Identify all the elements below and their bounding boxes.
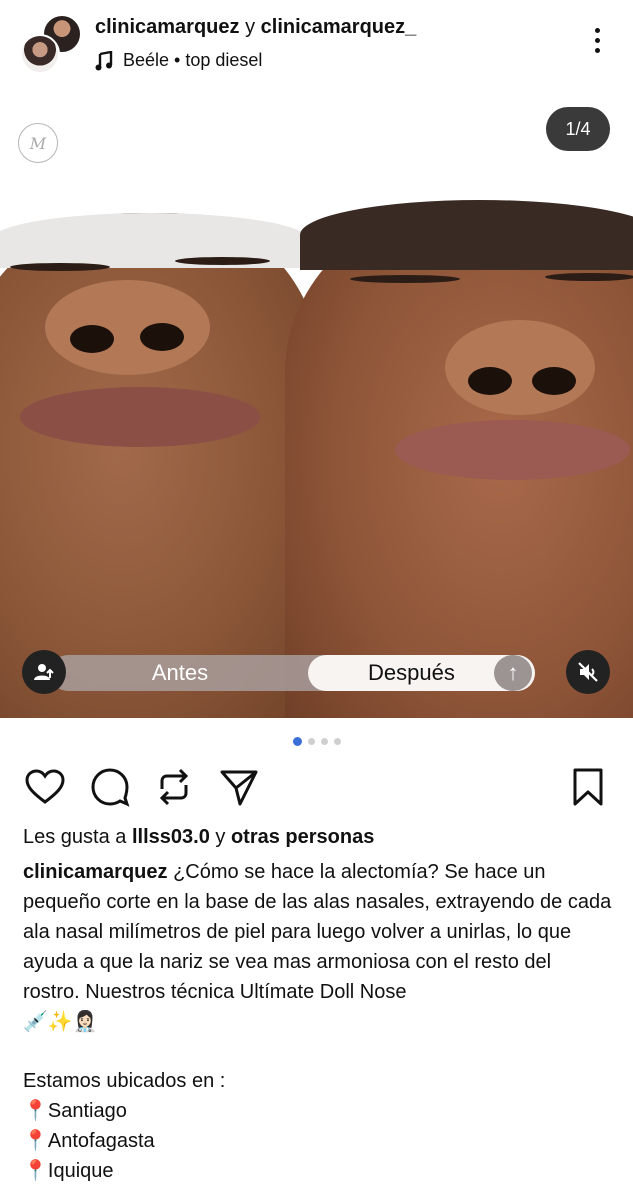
music-note-icon	[95, 50, 113, 70]
user-tag-icon[interactable]	[22, 650, 66, 694]
account-name-secondary[interactable]: clinicamarquez_	[261, 16, 417, 38]
mute-icon[interactable]	[566, 650, 610, 694]
location-item: 📍Santiago	[23, 1100, 127, 1122]
comment-icon[interactable]	[88, 765, 132, 809]
more-vertical-icon[interactable]	[587, 28, 607, 58]
music-artist: Beéle	[123, 50, 170, 70]
likes-user[interactable]: lllss03.0	[132, 826, 210, 848]
post-header: clinicamarquez y clinicamarquez_ Beéle •…	[0, 0, 633, 90]
repost-icon[interactable]	[152, 765, 196, 809]
music-separator: •	[169, 50, 186, 70]
carousel-dot-active	[292, 737, 302, 746]
avatar[interactable]	[20, 34, 60, 74]
caption-emojis: 💉✨👩🏻‍⚕️	[23, 1011, 98, 1033]
pin-icon: 📍	[23, 1130, 48, 1152]
slider-after-label: Después	[368, 660, 455, 685]
arrow-up-icon[interactable]: ↑	[494, 655, 532, 691]
account-name-primary[interactable]: clinicamarquez	[95, 16, 240, 38]
music-track: top diesel	[185, 50, 263, 70]
carousel-indicator	[0, 737, 633, 748]
caption-author[interactable]: clinicamarquez	[23, 861, 168, 883]
collab-avatars[interactable]	[20, 14, 84, 74]
heart-icon[interactable]	[23, 765, 67, 809]
likes-summary[interactable]: Les gusta a lllss03.0 y otras personas	[23, 826, 374, 849]
location-item: 📍Iquique	[23, 1160, 114, 1182]
post-media[interactable]: M 1/4 Antes Después ↑	[0, 95, 633, 718]
likes-others[interactable]: otras personas	[231, 826, 374, 848]
share-icon[interactable]	[217, 765, 261, 809]
likes-prefix: Les gusta a	[23, 826, 132, 848]
carousel-counter: 1/4	[546, 107, 610, 151]
before-after-slider[interactable]: Antes Después ↑	[50, 655, 535, 691]
bookmark-icon[interactable]	[566, 765, 610, 809]
post-caption: clinicamarquez ¿Cómo se hace la alectomí…	[23, 857, 613, 1037]
location-item: 📍Antofagasta	[23, 1130, 155, 1152]
action-bar	[0, 765, 633, 810]
slider-before-label[interactable]: Antes	[50, 655, 310, 691]
music-attribution[interactable]: Beéle • top diesel	[95, 50, 262, 71]
locations-list: Estamos ubicados en : 📍Santiago 📍Antofag…	[23, 1066, 225, 1186]
account-names[interactable]: clinicamarquez y clinicamarquez_	[95, 16, 416, 39]
likes-middle: y	[209, 826, 231, 848]
pin-icon: 📍	[23, 1100, 48, 1122]
account-joiner: y	[239, 16, 261, 38]
clinic-logo: M	[18, 123, 58, 163]
carousel-dot	[320, 738, 328, 745]
pin-icon: 📍	[23, 1160, 48, 1182]
after-photo-hair	[300, 200, 633, 270]
locations-intro: Estamos ubicados en :	[23, 1070, 226, 1092]
carousel-dot	[333, 738, 341, 745]
carousel-dot	[307, 738, 315, 745]
